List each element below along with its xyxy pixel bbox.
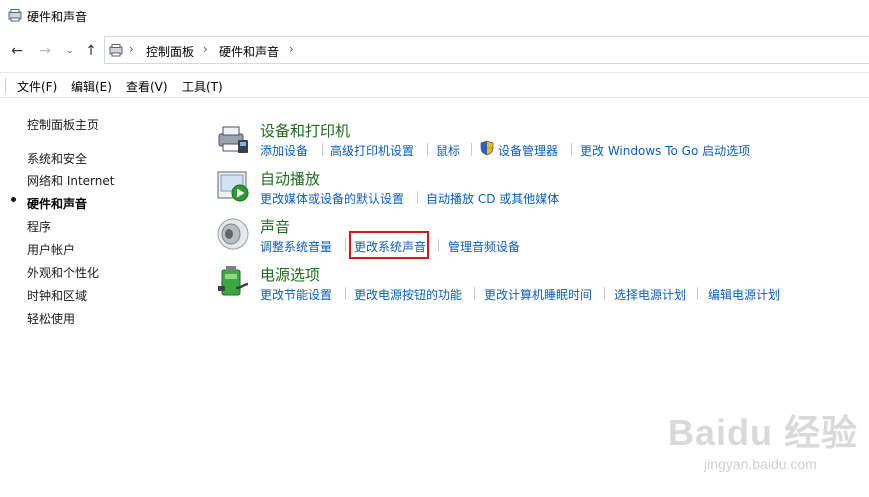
menu-view[interactable]: 查看(V) <box>126 78 168 95</box>
link-separator <box>427 143 428 156</box>
category-title-power-options[interactable]: 电源选项 <box>260 264 320 285</box>
link-add-device[interactable]: 添加设备 <box>260 142 308 159</box>
link-separator <box>604 287 605 300</box>
category-title-devices-printers[interactable]: 设备和打印机 <box>260 120 350 141</box>
link-computer-sleep-time[interactable]: 更改计算机睡眠时间 <box>484 286 592 303</box>
sidebar-item-network-internet[interactable]: 网络和 Internet <box>27 172 114 189</box>
control-panel-icon <box>109 44 123 57</box>
navigation-bar: ← → ⌄ ↑ › 控制面板 › 硬件和声音 › <box>0 36 869 66</box>
up-arrow-icon[interactable]: ↑ <box>82 42 100 60</box>
link-separator <box>438 239 439 252</box>
sidebar-item-user-accounts[interactable]: 用户帐户 <box>27 241 75 258</box>
link-change-default-media-settings[interactable]: 更改媒体或设备的默认设置 <box>260 190 404 207</box>
breadcrumb-separator-icon[interactable]: › <box>289 42 294 56</box>
watermark-logo: Baidu 经验 <box>668 412 859 453</box>
uac-shield-icon <box>480 140 494 156</box>
link-device-manager[interactable]: 设备管理器 <box>498 142 558 159</box>
link-advanced-printer-setup[interactable]: 高级打印机设置 <box>330 142 414 159</box>
autoplay-icon[interactable] <box>216 169 250 203</box>
window-title: 硬件和声音 <box>27 10 88 24</box>
link-adjust-system-volume[interactable]: 调整系统音量 <box>260 238 332 255</box>
forward-arrow-icon[interactable]: → <box>36 42 54 60</box>
link-edit-power-plan[interactable]: 编辑电源计划 <box>708 286 780 303</box>
link-choose-power-plan[interactable]: 选择电源计划 <box>614 286 686 303</box>
sidebar-item-clock-region[interactable]: 时钟和区域 <box>27 287 87 304</box>
sidebar-item-hardware-sound: 硬件和声音 <box>27 197 88 211</box>
back-arrow-icon[interactable]: ← <box>8 42 26 60</box>
category-title-sound[interactable]: 声音 <box>260 216 290 237</box>
menu-edit[interactable]: 编辑(E) <box>71 78 112 95</box>
link-power-button-function[interactable]: 更改电源按钮的功能 <box>354 286 462 303</box>
link-separator <box>322 143 323 156</box>
link-separator <box>417 191 418 204</box>
sidebar-item-programs[interactable]: 程序 <box>27 218 51 235</box>
category-title-autoplay[interactable]: 自动播放 <box>260 168 320 189</box>
sidebar-item-ease-of-access[interactable]: 轻松使用 <box>27 310 75 327</box>
link-separator <box>471 143 472 156</box>
address-bar[interactable]: › 控制面板 › 硬件和声音 › <box>104 36 869 64</box>
speaker-icon[interactable] <box>216 217 250 251</box>
link-separator <box>474 287 475 300</box>
sidebar-item-system-security[interactable]: 系统和安全 <box>27 150 87 167</box>
breadcrumb-separator-icon[interactable]: › <box>203 42 208 56</box>
menu-file[interactable]: 文件(F) <box>17 78 57 95</box>
menu-bar: 文件(F) 编辑(E) 查看(V) 工具(T) <box>0 72 869 98</box>
printer-icon[interactable] <box>216 122 250 156</box>
link-autoplay-cd[interactable]: 自动播放 CD 或其他媒体 <box>426 190 559 207</box>
link-manage-audio-devices[interactable]: 管理音频设备 <box>448 238 520 255</box>
toolbar-grip <box>5 78 6 94</box>
current-item-bullet <box>11 197 16 202</box>
menu-tools[interactable]: 工具(T) <box>182 78 223 95</box>
highlight-box <box>349 231 429 259</box>
recent-locations-chevron-icon[interactable]: ⌄ <box>61 42 79 60</box>
breadcrumb-hardware-sound[interactable]: 硬件和声音 <box>219 43 279 60</box>
link-separator <box>571 143 572 156</box>
link-mouse[interactable]: 鼠标 <box>436 142 460 159</box>
breadcrumb-separator-icon[interactable]: › <box>129 42 134 56</box>
control-panel-icon <box>8 9 22 22</box>
link-separator <box>697 287 698 300</box>
breadcrumb-control-panel[interactable]: 控制面板 <box>146 43 194 60</box>
sidebar-item-appearance[interactable]: 外观和个性化 <box>27 264 99 281</box>
link-windows-to-go-options[interactable]: 更改 Windows To Go 启动选项 <box>580 142 750 159</box>
sidebar-home-link[interactable]: 控制面板主页 <box>27 116 99 133</box>
link-separator <box>345 239 346 252</box>
link-separator <box>345 287 346 300</box>
title-bar: 硬件和声音 <box>0 0 869 32</box>
battery-power-icon[interactable] <box>216 264 250 298</box>
baidu-jingyan-watermark: Baidu 经验 jingyan.baidu.com <box>668 404 868 494</box>
link-change-power-saving[interactable]: 更改节能设置 <box>260 286 332 303</box>
watermark-url: jingyan.baidu.com <box>704 456 817 472</box>
